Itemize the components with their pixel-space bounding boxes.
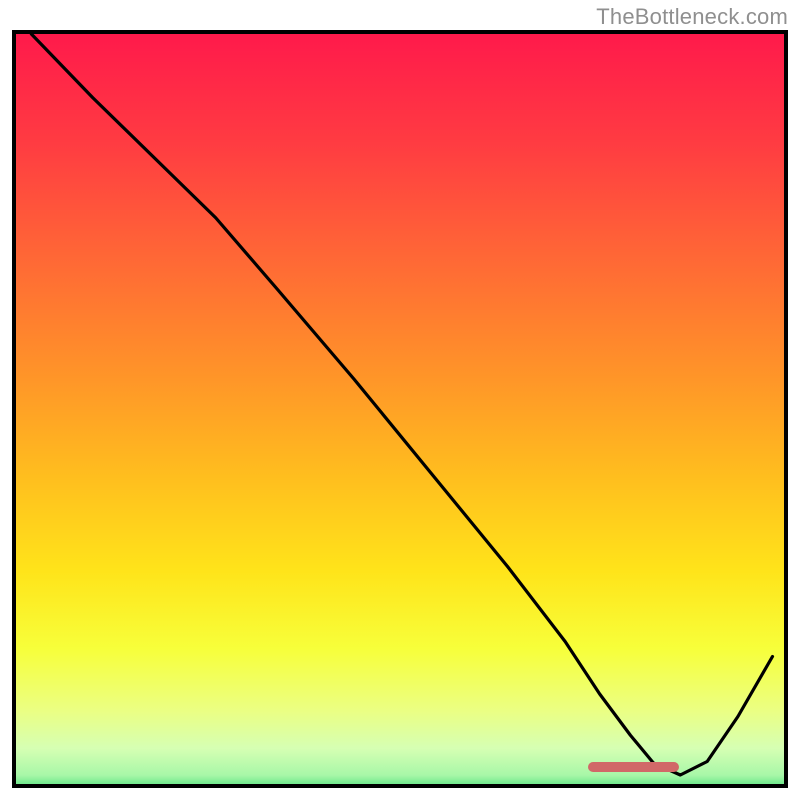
chart-plot-area <box>12 30 788 788</box>
chart-line-curve <box>16 34 784 784</box>
watermark-text: TheBottleneck.com <box>596 4 788 30</box>
chart-highlight-marker <box>588 762 679 772</box>
